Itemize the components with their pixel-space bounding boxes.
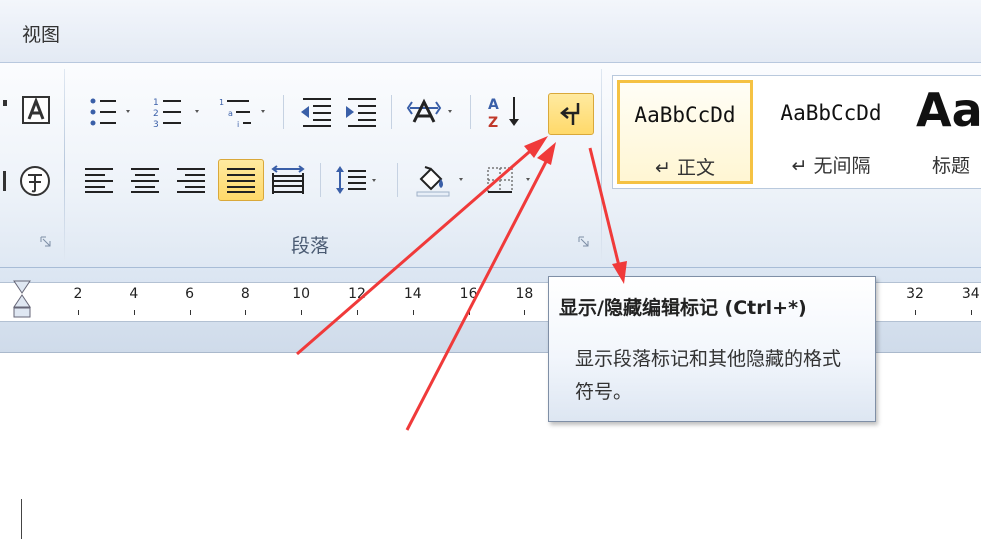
- separator: [391, 95, 392, 129]
- style-heading-1[interactable]: Aa 标题: [909, 80, 981, 184]
- shading-icon: [416, 166, 463, 197]
- styles-gallery: AaBbCcDd ↵ 正文 AaBbCcDd ↵ 无间隔 Aa 标题: [612, 75, 981, 189]
- ruler-tick: [357, 310, 358, 315]
- borders-icon: [487, 167, 530, 193]
- ruler-number: 2: [73, 286, 83, 302]
- svg-text:i: i: [237, 120, 239, 128]
- font-dialog-launcher-icon[interactable]: [40, 236, 51, 247]
- ruler-number: 10: [292, 286, 311, 302]
- multilevel-list-icon: 1 a i: [219, 98, 265, 128]
- numbering-icon: 1 2 3: [153, 98, 199, 128]
- ruler-tick: [524, 310, 526, 315]
- ruler-tick: [301, 310, 303, 315]
- ruler-number: 8: [240, 286, 250, 302]
- justify-button[interactable]: [218, 159, 264, 201]
- bullets-button[interactable]: [82, 93, 138, 131]
- svg-text:A: A: [488, 97, 499, 113]
- center-icon: [131, 168, 159, 193]
- show-hide-marks-icon: [560, 103, 580, 125]
- align-right-button[interactable]: [170, 161, 212, 199]
- sort-button[interactable]: A Z: [482, 93, 526, 131]
- line-spacing-icon: [336, 166, 376, 194]
- align-left-icon: [85, 168, 113, 193]
- separator: [470, 95, 471, 129]
- text-border-icon[interactable]: [0, 93, 54, 127]
- tooltip: 显示/隐藏编辑标记 (Ctrl+*) 显示段落标记和其他隐藏的格式符号。: [548, 276, 876, 422]
- borders-button[interactable]: [482, 161, 538, 199]
- decrease-indent-button[interactable]: [295, 93, 337, 131]
- style-name: ↵ 无间隔: [791, 155, 871, 177]
- multilevel-list-button[interactable]: 1 a i: [216, 93, 272, 131]
- sort-icon: A Z: [488, 97, 519, 129]
- indent-marker-icon[interactable]: [12, 279, 32, 321]
- ruler-number: 6: [185, 286, 195, 302]
- svg-text:Z: Z: [488, 115, 498, 129]
- show-hide-marks-button[interactable]: [548, 93, 594, 135]
- ruler-number: 34: [961, 286, 980, 302]
- ruler-number: 14: [403, 286, 422, 302]
- line-spacing-button[interactable]: [332, 161, 384, 199]
- svg-text:2: 2: [153, 109, 159, 119]
- ruler-tick: [133, 310, 135, 315]
- distributed-icon: [271, 165, 305, 194]
- separator: [320, 163, 321, 197]
- decrease-indent-icon: [301, 98, 331, 127]
- align-right-icon: [177, 168, 205, 193]
- ruler-tick: [189, 310, 191, 315]
- ruler-number: 4: [129, 286, 139, 302]
- ruler-tick: [915, 310, 916, 315]
- ruler-tick: [245, 310, 247, 315]
- increase-indent-button[interactable]: [340, 93, 382, 131]
- style-sample: AaBbCcDd: [780, 101, 882, 125]
- ribbon-tab-bar: 视图: [0, 0, 981, 63]
- shading-button[interactable]: [410, 161, 470, 199]
- style-sample: AaBbCcDd: [634, 103, 736, 127]
- justify-icon: [227, 168, 255, 193]
- group-separator: [601, 69, 602, 261]
- chinese-layout-icon: [406, 98, 452, 123]
- style-no-spacing[interactable]: AaBbCcDd ↵ 无间隔: [763, 80, 899, 184]
- svg-text:1: 1: [219, 98, 224, 107]
- style-name: 标题: [932, 155, 971, 177]
- ribbon-home: 1 2 3 1 a i A Z 段落 AaBbCcDd ↵ 正文 AaBbCcD…: [0, 63, 981, 268]
- text-cursor: [21, 499, 22, 539]
- svg-text:1: 1: [153, 98, 159, 108]
- ruler-tick: [970, 310, 972, 315]
- ruler-number: 18: [515, 286, 534, 302]
- bullets-icon: [90, 98, 130, 126]
- center-button[interactable]: [124, 161, 166, 199]
- paragraph-group-label: 段落: [291, 235, 330, 257]
- svg-text:3: 3: [153, 120, 159, 128]
- ruler-number: 16: [459, 286, 478, 302]
- separator: [397, 163, 398, 197]
- numbering-button[interactable]: 1 2 3: [150, 93, 206, 131]
- svg-text:a: a: [228, 109, 233, 118]
- tab-view[interactable]: 视图: [22, 22, 60, 48]
- distributed-button[interactable]: [266, 161, 310, 199]
- separator: [283, 95, 284, 129]
- ruler-number: 12: [348, 286, 366, 302]
- group-separator: [64, 69, 65, 261]
- increase-indent-icon: [346, 98, 376, 127]
- style-sample: Aa: [916, 83, 981, 137]
- ruler-number: 32: [906, 286, 924, 302]
- paragraph-dialog-launcher-icon[interactable]: [578, 236, 589, 247]
- style-normal[interactable]: AaBbCcDd ↵ 正文: [617, 80, 753, 184]
- tooltip-title: 显示/隐藏编辑标记 (Ctrl+*): [559, 297, 807, 319]
- chinese-layout-button[interactable]: [402, 93, 458, 131]
- enclose-character-icon[interactable]: [0, 163, 54, 199]
- align-left-button[interactable]: [78, 161, 120, 199]
- style-name: ↵ 正文: [655, 157, 715, 179]
- ruler-tick: [78, 310, 79, 315]
- ruler-tick: [468, 310, 470, 315]
- tooltip-description: 显示段落标记和其他隐藏的格式符号。: [575, 348, 842, 403]
- ruler-tick: [412, 310, 414, 315]
